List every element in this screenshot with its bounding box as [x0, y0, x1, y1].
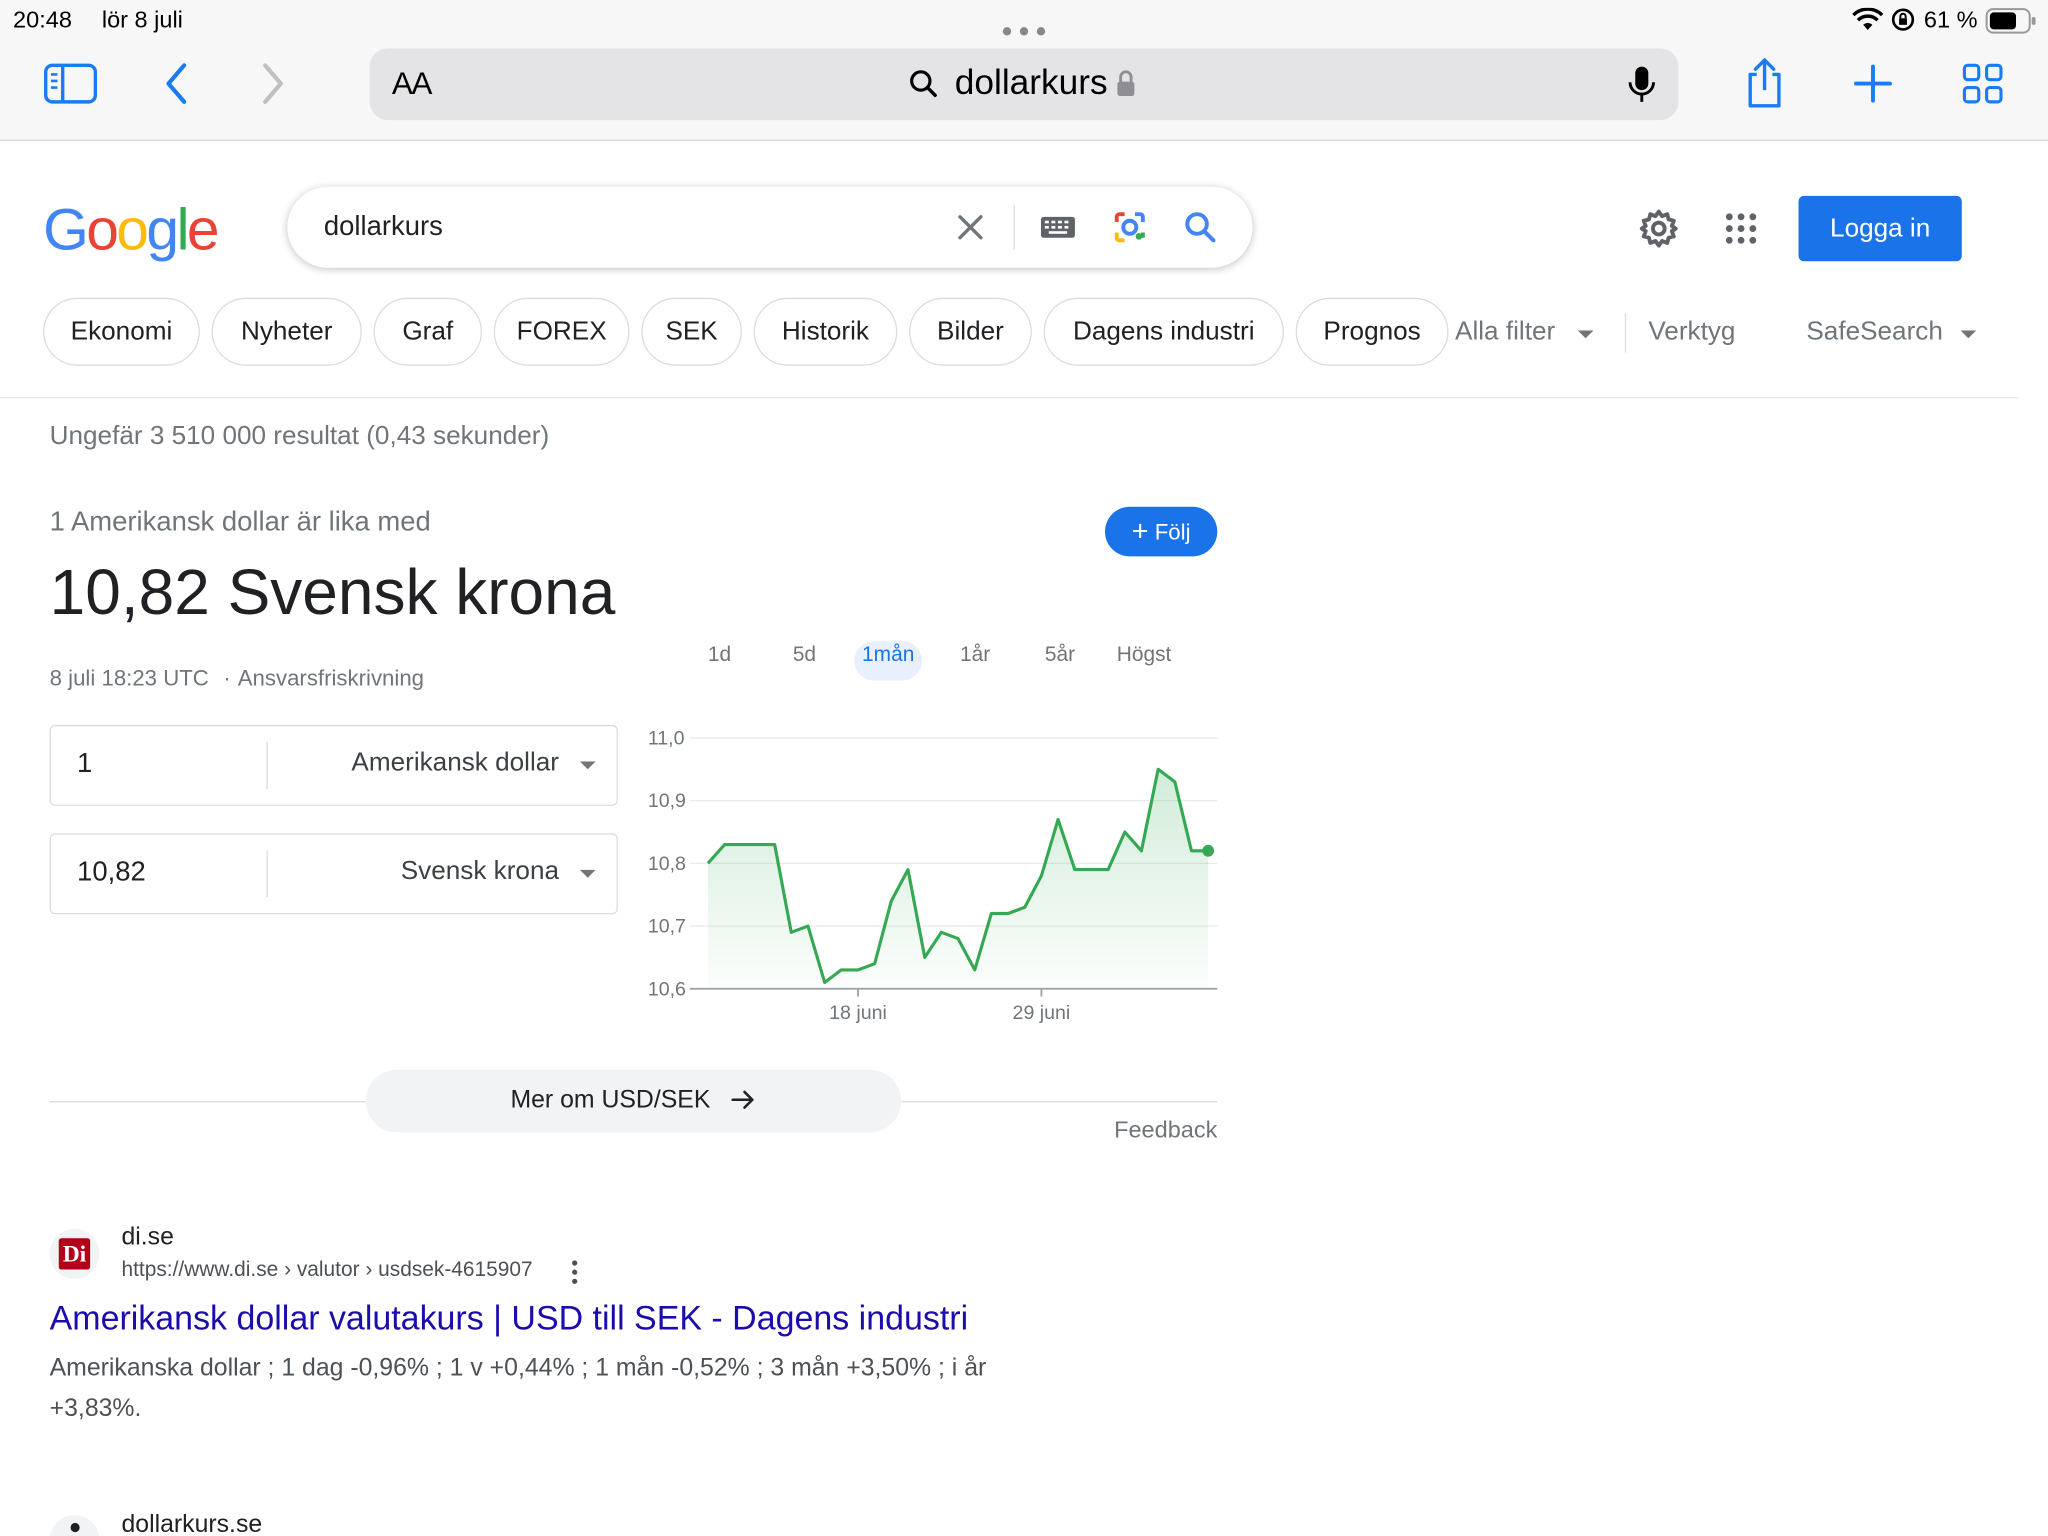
microphone-icon[interactable] [1627, 64, 1656, 112]
range-tab-1man[interactable]: 1mån [854, 641, 923, 681]
filter-divider [1624, 313, 1627, 353]
google-logo[interactable]: Google [43, 196, 220, 264]
login-button[interactable]: Logga in [1798, 195, 1962, 262]
result-favicon: Di [49, 1229, 100, 1279]
back-chevron-icon[interactable] [162, 61, 191, 105]
divider-line [901, 1101, 1218, 1103]
chip-nyheter[interactable]: Nyheter [211, 297, 362, 366]
result-site-name[interactable]: dollarkurs.se [121, 1511, 262, 1536]
chip-forex[interactable]: FOREX [493, 297, 630, 366]
range-tab-1ar[interactable]: 1år [952, 641, 998, 680]
chip-sek[interactable]: SEK [641, 297, 742, 366]
field-separator [266, 850, 268, 898]
from-amount-field[interactable]: 1 Amerikansk dollar [49, 724, 618, 806]
more-about-usd-sek-button[interactable]: Mer om USD/SEK [365, 1069, 902, 1133]
range-tab-5d[interactable]: 5d [785, 641, 824, 680]
share-icon[interactable] [1744, 57, 1786, 109]
sidebar-toggle-icon[interactable] [43, 63, 98, 105]
result-title-link[interactable]: Amerikansk dollar valutakurs | USD till … [50, 1298, 969, 1338]
chip-dagens-industri[interactable]: Dagens industri [1043, 297, 1284, 366]
converter-timestamp: 8 juli 18:23 UTC [49, 666, 209, 691]
arrow-right-icon [730, 1074, 756, 1137]
multitasking-dots-icon[interactable] [1002, 20, 1046, 44]
chip-bilder[interactable]: Bilder [909, 297, 1032, 366]
range-tab-hogst[interactable]: Högst [1109, 641, 1179, 680]
new-tab-plus-icon[interactable] [1853, 64, 1892, 103]
chart-last-point [1202, 844, 1215, 857]
search-box[interactable]: dollarkurs [287, 186, 1253, 268]
status-time: 20:48 [13, 6, 72, 33]
chip-historik[interactable]: Historik [753, 297, 898, 366]
forward-chevron-icon[interactable] [259, 61, 288, 105]
range-tab-1d[interactable]: 1d [700, 641, 739, 680]
more-options-icon[interactable] [571, 1259, 579, 1292]
result-snippet-line2: +3,83%. [49, 1394, 142, 1423]
from-currency-select[interactable]: Amerikansk dollar [351, 748, 559, 778]
chart-y-tick-label: 10,7 [648, 916, 686, 938]
disclaimer-link[interactable]: Ansvarsfriskrivning [238, 666, 424, 692]
chart-y-tick-label: 10,6 [648, 978, 686, 1000]
search-icon[interactable] [1183, 210, 1217, 250]
plus-icon: + [1131, 514, 1149, 548]
browser-toolbar: 20:48 lör 8 juli 61 % AA dollarkurs [0, 0, 2048, 142]
chip-prognos[interactable]: Prognos [1295, 297, 1449, 366]
settings-gear-icon[interactable] [1638, 208, 1680, 256]
to-amount-input[interactable]: 10,82 [77, 857, 146, 888]
search-icon [908, 68, 939, 106]
chart-x-tick-label: 18 juni [829, 1002, 887, 1024]
chart-y-tick-label: 11,0 [648, 727, 685, 749]
result-site-name[interactable]: di.se [121, 1224, 173, 1253]
follow-label: Följ [1154, 519, 1191, 545]
battery-percent: 61 % [1923, 6, 1978, 33]
divider-line [49, 1101, 366, 1103]
more-label: Mer om USD/SEK [510, 1086, 711, 1115]
chip-ekonomi[interactable]: Ekonomi [43, 297, 200, 366]
result-snippet-line1: Amerikanska dollar ; 1 dag -0,96% ; 1 v … [49, 1354, 987, 1382]
address-bar[interactable]: AA dollarkurs [369, 48, 1679, 121]
chevron-down-icon[interactable] [579, 761, 596, 770]
converter-subtitle: 1 Amerikansk dollar är lika med [49, 506, 431, 537]
result-favicon [49, 1515, 100, 1536]
orientation-lock-icon [1890, 8, 1916, 38]
text-size-button[interactable]: AA [392, 67, 433, 104]
chevron-down-icon[interactable] [579, 869, 596, 878]
safesearch-button[interactable]: SafeSearch [1806, 317, 1943, 347]
chevron-down-icon [1577, 330, 1594, 339]
keyboard-icon[interactable] [1040, 216, 1077, 246]
wifi-icon [1852, 7, 1884, 38]
search-divider [1013, 205, 1015, 250]
chart-area-fill [707, 769, 1209, 989]
apps-grid-icon[interactable] [1725, 213, 1757, 251]
tools-button[interactable]: Verktyg [1648, 317, 1735, 347]
status-date: lör 8 juli [101, 6, 183, 33]
battery-icon [1985, 8, 2037, 41]
clear-icon[interactable] [956, 213, 985, 248]
follow-button[interactable]: + Följ [1104, 506, 1218, 557]
chart-y-tick-label: 10,9 [648, 790, 686, 812]
feedback-link[interactable]: Feedback [1114, 1117, 1217, 1144]
chevron-down-icon [1960, 330, 1977, 339]
converter-headline: 10,82 Svensk krona [49, 557, 616, 629]
field-separator [266, 741, 268, 789]
result-stats: Ungefär 3 510 000 resultat (0,43 sekunde… [49, 421, 550, 451]
tab-overview-icon[interactable] [1962, 63, 2004, 105]
favicon-dot-icon [70, 1522, 80, 1533]
result-url[interactable]: https://www.di.se › valutor › usdsek-461… [121, 1259, 532, 1283]
to-amount-field[interactable]: 10,82 Svensk krona [49, 833, 618, 915]
camera-lens-icon[interactable] [1112, 209, 1149, 252]
all-filters-button[interactable]: Alla filter [1455, 317, 1555, 347]
from-amount-input[interactable]: 1 [77, 748, 92, 779]
search-input[interactable]: dollarkurs [324, 212, 443, 243]
lock-icon [1115, 69, 1136, 104]
to-currency-select[interactable]: Svensk krona [401, 857, 559, 887]
range-tab-5ar[interactable]: 5år [1037, 641, 1083, 680]
address-text: dollarkurs [954, 62, 1108, 102]
header-divider [0, 397, 2020, 399]
di-logo-icon: Di [58, 1238, 91, 1270]
chart-y-tick-label: 10,8 [648, 853, 686, 875]
exchange-rate-chart[interactable]: 11,0 10,9 10,8 10,7 10,6 18 juni 29 juni [640, 721, 1228, 1034]
chip-graf[interactable]: Graf [373, 297, 482, 366]
chart-x-tick-label: 29 juni [1013, 1002, 1071, 1024]
timestamp-separator: · [223, 666, 231, 691]
